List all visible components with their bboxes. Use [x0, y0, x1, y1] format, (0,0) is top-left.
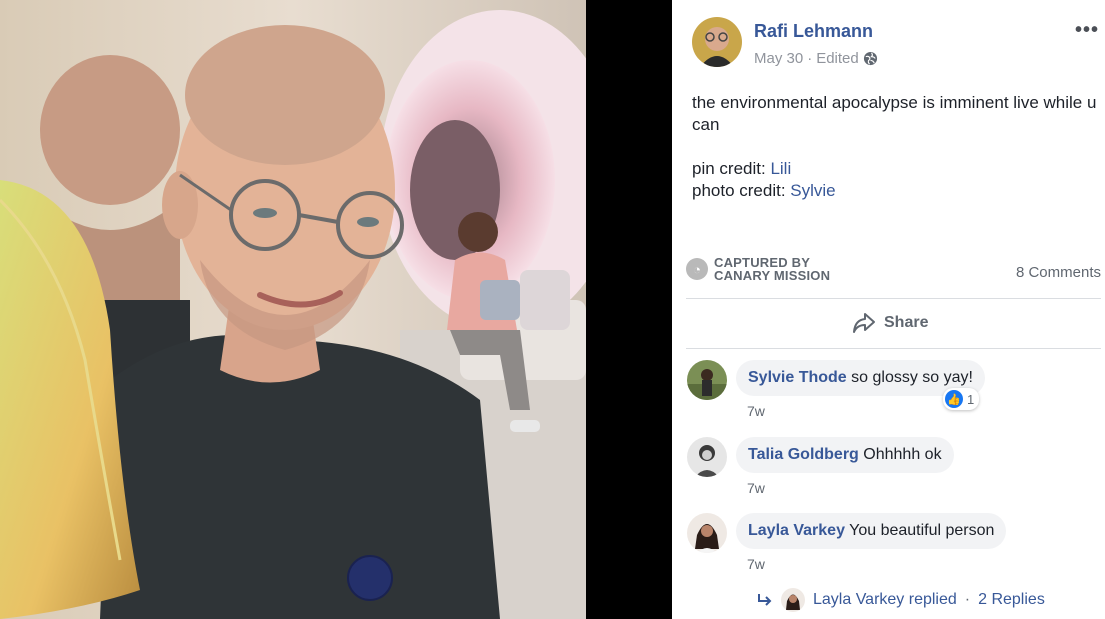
share-button[interactable]: Share: [852, 312, 928, 334]
commenter-avatar[interactable]: [687, 437, 727, 477]
author-avatar-image: [692, 17, 742, 67]
comment-text: so glossy so yay!: [851, 369, 973, 386]
comment-time[interactable]: 7w: [747, 556, 765, 572]
author-name[interactable]: Rafi Lehmann: [754, 21, 873, 42]
replies-count: 2 Replies: [978, 591, 1045, 608]
pin-credit-line: pin credit: Lili: [692, 158, 1097, 180]
like-icon: 👍: [945, 390, 963, 408]
comment-time[interactable]: 7w: [747, 403, 765, 419]
commenter-name[interactable]: Layla Varkey: [748, 522, 845, 539]
commenter-name[interactable]: Talia Goldberg: [748, 446, 859, 463]
photo-credit-line: photo credit: Sylvie: [692, 180, 1097, 202]
commenter-avatar-image: [687, 513, 727, 553]
photo-illustration: [0, 0, 586, 619]
comment-text: Ohhhhh ok: [863, 446, 942, 463]
pin-credit-link[interactable]: Lili: [770, 159, 791, 178]
canary-mission-icon: ◔: [686, 258, 708, 280]
comments-count-link[interactable]: 8 Comments: [1016, 264, 1101, 281]
comment-bubble: Talia Goldberg Ohhhhh ok: [736, 437, 954, 473]
commenter-avatar-image: [687, 360, 727, 400]
post-photo[interactable]: [0, 0, 586, 619]
photo-letterbox: [586, 0, 672, 619]
commenter-avatar-image: [687, 437, 727, 477]
commenter-avatar[interactable]: [687, 513, 727, 553]
view-replies-link[interactable]: Layla Varkey replied · 2 Replies: [757, 588, 1045, 612]
meta-separator: ·: [807, 50, 813, 67]
comments-section: Sylvie Thode so glossy so yay! 👍 1 7w Ta…: [672, 350, 1105, 619]
edited-label[interactable]: Edited: [816, 50, 859, 67]
commenter-name[interactable]: Sylvie Thode: [748, 369, 847, 386]
post-panel: Rafi Lehmann May 30 · Edited ••• the env…: [672, 0, 1105, 619]
divider: [686, 298, 1101, 299]
reaction-number: 1: [967, 391, 975, 407]
captured-text: CAPTURED BY CANARY MISSION: [714, 256, 830, 282]
globe-icon[interactable]: [863, 51, 878, 66]
share-label: Share: [884, 314, 929, 331]
share-icon: [853, 313, 875, 333]
replied-text: Layla Varkey replied: [813, 591, 957, 608]
divider: [686, 348, 1101, 349]
replier-avatar: [781, 588, 805, 612]
more-options-button[interactable]: •••: [1075, 19, 1099, 42]
post-header: Rafi Lehmann May 30 · Edited •••: [692, 17, 1105, 71]
photo-credit-link[interactable]: Sylvie: [790, 181, 835, 200]
replier-avatar-image: [781, 588, 805, 612]
post-meta: May 30 · Edited: [754, 50, 878, 67]
commenter-avatar[interactable]: [687, 360, 727, 400]
captured-line2: CANARY MISSION: [714, 268, 831, 283]
pin-credit-label: pin credit:: [692, 159, 771, 178]
post-date[interactable]: May 30: [754, 50, 803, 67]
replies-separator: ·: [964, 591, 971, 608]
reaction-count[interactable]: 👍 1: [943, 388, 980, 410]
reply-arrow-icon: [758, 594, 772, 606]
author-avatar[interactable]: [692, 17, 742, 67]
captured-watermark: ◔ CAPTURED BY CANARY MISSION: [686, 256, 830, 282]
post-text-line: the environmental apocalypse is imminent…: [692, 93, 1097, 134]
photo-credit-label: photo credit:: [692, 181, 791, 200]
comment-time[interactable]: 7w: [747, 480, 765, 496]
comment-bubble: Layla Varkey You beautiful person: [736, 513, 1007, 549]
comment-text: You beautiful person: [849, 522, 995, 539]
post-text: the environmental apocalypse is imminent…: [692, 92, 1097, 202]
